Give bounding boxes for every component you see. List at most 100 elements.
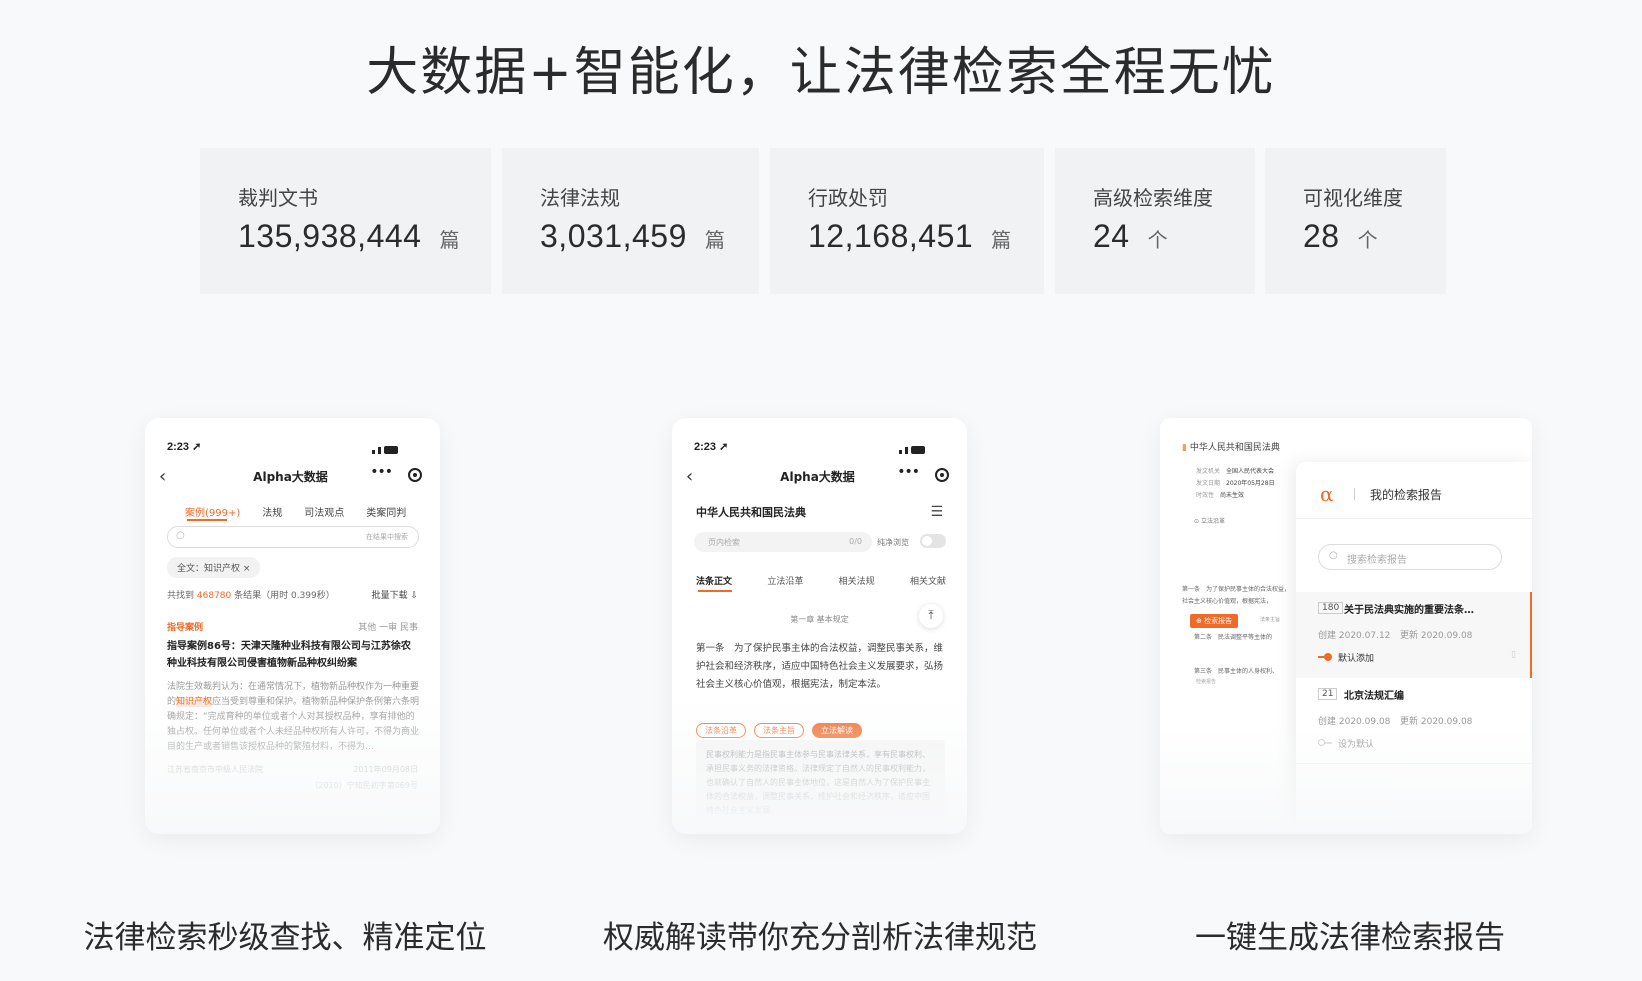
tab-judicial-views[interactable]: 司法观点	[304, 508, 344, 519]
stat-value: 135,938,444	[238, 218, 422, 254]
report-search-input[interactable]: ○ 搜索检索报告	[1318, 544, 1502, 570]
report-name: 北京法规汇编	[1344, 691, 1404, 702]
history-button[interactable]: 法条沿革	[696, 723, 746, 738]
batch-download-button[interactable]: 批量下载 ⇩	[372, 588, 418, 601]
article-text: 第一条 为了保护民事主体的合法权益，调整民事关系，维护社会和经济秩序，适应中国特…	[696, 643, 944, 690]
header-divider	[1354, 488, 1355, 500]
gist-button[interactable]: 法条主旨	[754, 723, 804, 738]
case-body: 法院生效裁判认为：在通常情况下，植物新品种权作为一种重要的知识产权应当受到尊重和…	[167, 682, 420, 752]
report-item[interactable]: 21 北京法规汇编 创建 2020.09.08 更新 2020.09.08 设为…	[1296, 678, 1532, 764]
tab-history[interactable]: 立法沿革	[767, 574, 803, 587]
case-date: 2011年09月08日	[353, 765, 418, 774]
signal-icon	[899, 442, 945, 454]
law-title: 中华人民共和国民法典	[696, 506, 806, 519]
outline-label: ⊙ 立法沿革	[1194, 518, 1225, 525]
report-name: 关于民法典实施的重要法条…	[1344, 605, 1474, 616]
result-count: 468780	[196, 591, 232, 601]
caption-report: 一键生成法律检索报告	[1195, 920, 1505, 956]
tab-laws[interactable]: 法规	[262, 508, 282, 519]
stat-unit: 个	[1147, 230, 1169, 252]
stat-label: 裁判文书	[238, 186, 318, 210]
pure-view-label: 纯净浏览	[877, 538, 909, 547]
stat-label: 高级检索维度	[1093, 186, 1213, 210]
tab-cases[interactable]: 案例(999+)	[185, 508, 240, 519]
stat-value: 12,168,451	[808, 218, 974, 254]
case-tag: 指导案例	[167, 623, 204, 633]
filter-chip[interactable]: 全文：知识产权 ×	[167, 557, 261, 578]
more-icon[interactable]: •••	[370, 464, 393, 480]
app-logo: α	[1320, 482, 1334, 506]
report-item-selected[interactable]: 180 关于民法典实施的重要法条… 创建 2020.07.12 更新 2020.…	[1296, 592, 1532, 678]
download-icon: ⇩	[410, 591, 418, 601]
article-buttons: 法条沿革 法条主旨 立法解读	[696, 718, 870, 738]
trash-icon[interactable]: ▯	[1511, 650, 1516, 660]
stat-search-dimensions: 高级检索维度 24 个	[1055, 148, 1255, 294]
tab-related-docs[interactable]: 相关文献	[910, 574, 946, 587]
default-toggle-label: 设为默认	[1338, 740, 1375, 750]
report-updated: 更新 2020.09.08	[1400, 631, 1473, 641]
inpage-search-input[interactable]: 页内检索 0/0	[694, 532, 872, 552]
inpage-search-placeholder: 页内检索	[708, 538, 740, 547]
report-updated: 更新 2020.09.08	[1400, 717, 1473, 727]
outline-menu-icon[interactable]: ☰	[930, 504, 943, 520]
stat-penalties: 行政处罚 12,168,451 篇	[770, 148, 1044, 294]
default-toggle-icon[interactable]	[1318, 653, 1332, 661]
court-name: 江苏省南京市中级人民法院	[167, 765, 263, 774]
target-icon[interactable]	[408, 468, 422, 482]
result-prefix: 共找到	[167, 591, 195, 601]
tab-similar-cases[interactable]: 类案同判	[366, 508, 406, 519]
report-created: 创建 2020.07.12	[1318, 631, 1391, 641]
status-time: 2:23	[694, 441, 717, 453]
search-hint: 在结果中搜索	[366, 533, 408, 541]
stat-unit: 篇	[439, 230, 460, 252]
side-tag: 法条主旨	[1260, 617, 1281, 623]
report-created: 创建 2020.09.08	[1318, 717, 1391, 727]
search-icon: ○	[1329, 550, 1338, 561]
default-toggle-label: 默认添加	[1338, 654, 1375, 664]
scroll-top-button[interactable]: ⤒	[919, 604, 943, 628]
result-tabs: 案例(999+) 法规 司法观点 类案同判	[185, 504, 428, 519]
stat-laws: 法律法规 3,031,459 篇	[502, 148, 759, 294]
report-count-badge: 180	[1318, 602, 1344, 614]
report-feature-card: ▮ 中华人民共和国民法典 发文机关 全国人民代表大会 发文日期 2020年05月…	[1160, 418, 1532, 834]
header-line	[1296, 518, 1532, 519]
result-search-input[interactable]: ○ 在结果中搜索	[167, 526, 419, 548]
target-icon[interactable]	[935, 468, 949, 482]
report-count-badge: 21	[1318, 688, 1338, 700]
pure-view-toggle[interactable]	[920, 534, 946, 548]
page-headline: 大数据+智能化，让法律检索全程无忧	[366, 43, 1276, 103]
bg-article-2: 第二条 民法调整平等主体的	[1194, 634, 1273, 641]
doc-title: ▮ 中华人民共和国民法典	[1182, 443, 1280, 453]
stat-unit: 篇	[704, 230, 726, 252]
law-tabs: 法条正文 立法沿革 相关法规 相关文献	[696, 574, 946, 587]
signal-icon	[372, 442, 418, 454]
case-number: （2010）宁知民初字第069号	[310, 781, 418, 790]
case-meta: 其他 一审 民事	[358, 623, 418, 633]
default-toggle-icon[interactable]	[1318, 739, 1332, 746]
status-time: 2:23	[167, 441, 190, 453]
bg-article-3: 第三条 民事主体的人身权利、	[1194, 668, 1279, 675]
caption-interpretation: 权威解读带你充分剖析法律规范	[603, 920, 1037, 956]
case-title[interactable]: 指导案例86号：天津天隆种业科技有限公司与江苏徐农种业科技有限公司侵害植物新品种…	[167, 638, 420, 672]
caption-search: 法律检索秒级查找、精准定位	[83, 920, 487, 956]
report-tag-button[interactable]: ⊕ 检索报告	[1190, 614, 1239, 628]
stat-value: 24	[1093, 218, 1130, 254]
search-icon: ○	[176, 530, 185, 541]
side-tag: 检索报告	[1196, 679, 1217, 685]
more-icon[interactable]: •••	[897, 464, 920, 480]
interpretation-box: 民事权利能力是指民事主体参与民事法律关系，享有民事权利、承担民事义务的法律资格。…	[696, 740, 945, 830]
tab-related-laws[interactable]: 相关法规	[839, 574, 875, 587]
tab-underline	[698, 590, 732, 592]
stat-visual-dimensions: 可视化维度 28 个	[1265, 148, 1446, 294]
tab-law-text[interactable]: 法条正文	[696, 574, 732, 587]
bg-article-1: 第一条 为了保护民事主体的合法权益，社会主义核心价值观，根据宪法，	[1182, 586, 1291, 605]
interpretation-button[interactable]: 立法解读	[812, 723, 862, 738]
stat-value: 3,031,459	[540, 218, 687, 254]
stat-label: 法律法规	[540, 186, 620, 210]
doc-icon: ▮	[1182, 443, 1187, 453]
result-suffix: 条结果（用时 0.399秒）	[234, 591, 335, 601]
doc-meta: 发文机关 全国人民代表大会 发文日期 2020年05月28日 时效性 尚未生效	[1196, 468, 1275, 499]
stat-unit: 个	[1357, 230, 1379, 252]
stat-label: 行政处罚	[808, 186, 888, 210]
search-count: 0/0	[849, 537, 862, 546]
